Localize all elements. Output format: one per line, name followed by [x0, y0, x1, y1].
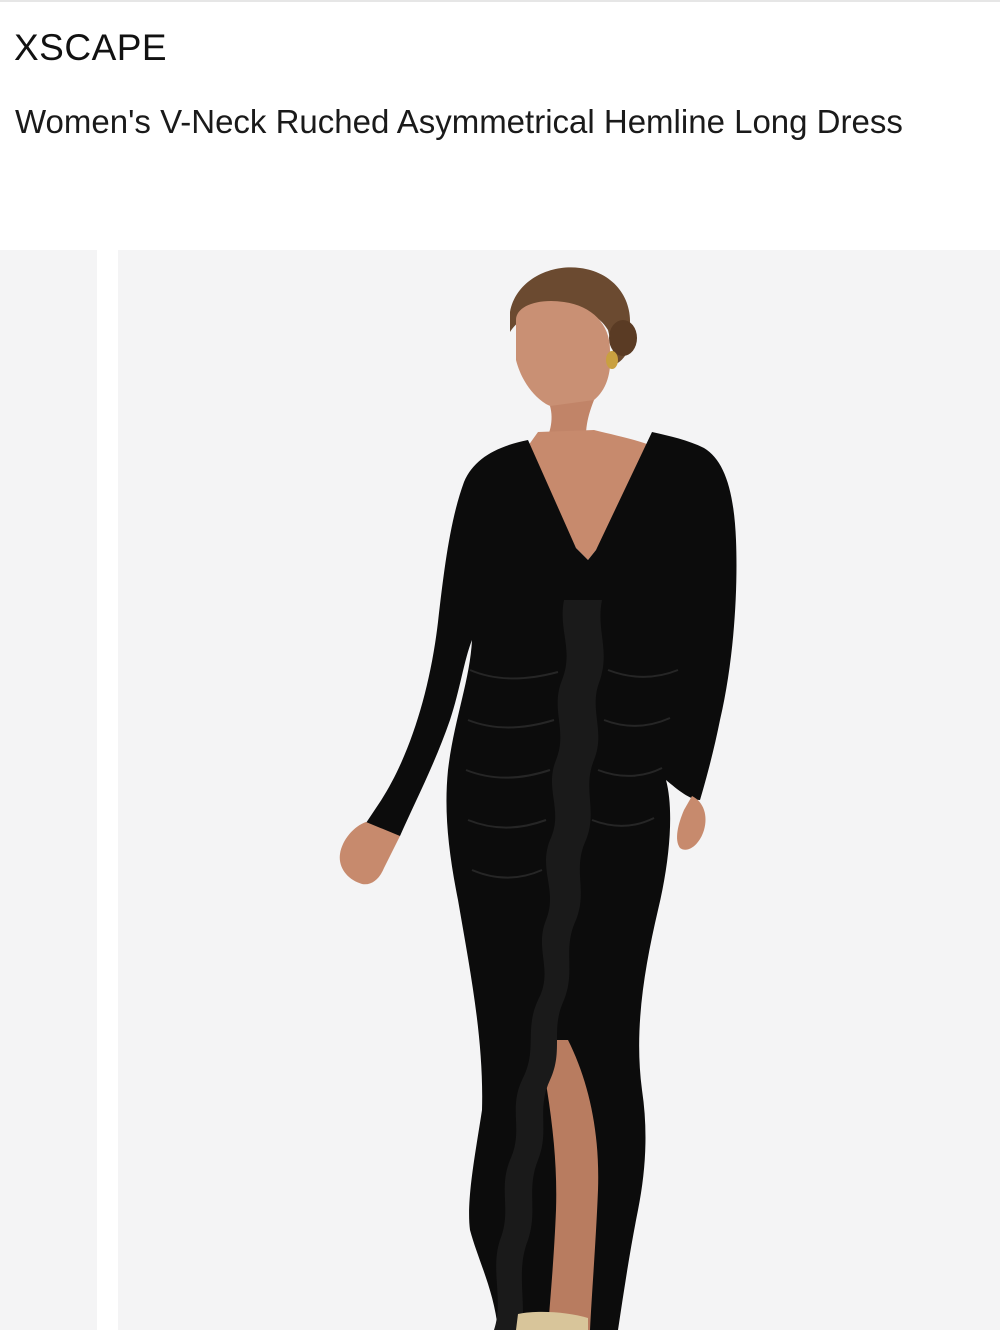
- product-page: XSCAPE Women's V-Neck Ruched Asymmetrica…: [0, 0, 1000, 1330]
- top-divider: [0, 0, 1000, 2]
- brand-name[interactable]: XSCAPE: [14, 26, 167, 70]
- product-title: Women's V-Neck Ruched Asymmetrical Hemli…: [15, 103, 903, 140]
- product-image[interactable]: [118, 250, 1000, 1330]
- product-photo: [118, 250, 1000, 1330]
- image-gallery[interactable]: [0, 250, 1000, 1330]
- previous-image-thumbnail[interactable]: [0, 250, 97, 1330]
